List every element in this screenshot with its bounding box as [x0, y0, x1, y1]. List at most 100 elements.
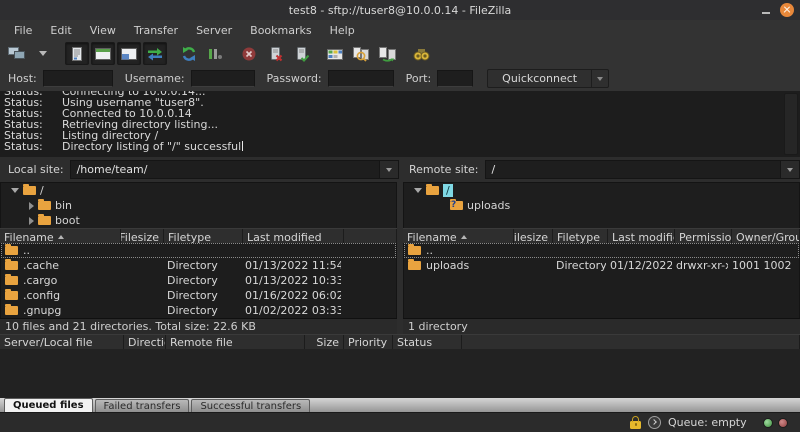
column-size[interactable]: Size: [305, 335, 344, 349]
tree-item-boot[interactable]: boot: [1, 213, 396, 228]
site-manager-icon: [8, 46, 26, 61]
toggle-message-log-button[interactable]: [65, 42, 89, 65]
lock-icon[interactable]: [630, 421, 641, 429]
menu-bookmarks[interactable]: Bookmarks: [242, 22, 319, 39]
column-last-modified[interactable]: Last modified: [608, 229, 675, 244]
site-manager-dropdown-button[interactable]: [31, 42, 55, 65]
column-filesize[interactable]: Filesize: [514, 229, 553, 244]
folder-icon: [5, 306, 18, 315]
disconnect-button[interactable]: [263, 42, 287, 65]
reconnect-button[interactable]: [289, 42, 313, 65]
tree-item-root-selected[interactable]: /: [404, 183, 799, 198]
toolbar: [0, 41, 800, 67]
speed-limit-icon[interactable]: [648, 416, 661, 429]
file-row-parent[interactable]: ..: [404, 243, 799, 258]
remote-site-dropdown-button[interactable]: [780, 161, 799, 178]
column-remote-file[interactable]: Remote file: [166, 335, 305, 349]
site-manager-button[interactable]: [5, 42, 29, 65]
password-input[interactable]: [328, 70, 394, 87]
message-log: Status:Connecting to 10.0.0.14... Status…: [0, 91, 800, 159]
remote-file-list: .. uploads Directory 01/12/2022 08.. drw…: [403, 243, 800, 318]
folder-icon: [408, 246, 421, 255]
file-row[interactable]: .config Directory 01/16/2022 06:02:...: [1, 288, 396, 303]
remote-tree-icon: [121, 47, 137, 61]
transfer-queue-icon: [146, 47, 164, 61]
process-queue-button[interactable]: [203, 42, 227, 65]
column-owner-group[interactable]: Owner/Group: [732, 229, 800, 244]
file-row[interactable]: .cache Directory 01/13/2022 11:54:...: [1, 258, 396, 273]
column-permissions[interactable]: Permissions: [675, 229, 732, 244]
activity-led-error-icon: [778, 418, 788, 428]
tree-item-label-selected: /: [443, 184, 453, 197]
log-scrollbar[interactable]: [784, 93, 798, 155]
close-button[interactable]: [780, 3, 794, 17]
tab-successful-transfers[interactable]: Successful transfers: [191, 399, 310, 412]
titlebar: test8 - sftp://tuser8@10.0.0.14 - FileZi…: [0, 0, 800, 21]
queue-status-text: Queue: empty: [668, 416, 747, 429]
activity-led-ok-icon: [763, 418, 773, 428]
log-message: Directory listing of "/" successful: [62, 141, 241, 152]
cancel-operation-button[interactable]: [237, 42, 261, 65]
file-row-parent[interactable]: ..: [1, 243, 396, 258]
menu-transfer[interactable]: Transfer: [126, 22, 186, 39]
local-site-dropdown-button[interactable]: [379, 161, 398, 178]
remote-status-text: 1 directory: [403, 318, 800, 334]
refresh-button[interactable]: [177, 42, 201, 65]
tab-failed-transfers[interactable]: Failed transfers: [95, 399, 190, 412]
file-modified-cell: 01/12/2022 08..: [606, 259, 672, 272]
folder-icon: [38, 201, 51, 210]
port-input[interactable]: [437, 70, 473, 87]
tree-item-root[interactable]: /: [1, 183, 396, 198]
expander-open-icon[interactable]: [11, 188, 19, 193]
reconnect-icon: [293, 46, 309, 62]
file-modified-cell: 01/13/2022 11:54:...: [241, 259, 341, 272]
file-row[interactable]: .cargo Directory 01/13/2022 10:33:...: [1, 273, 396, 288]
local-site-path: /home/team/: [71, 163, 379, 176]
remote-site-combo[interactable]: /: [485, 160, 800, 179]
tree-item-uploads[interactable]: ? uploads: [404, 198, 799, 213]
tab-queued-files[interactable]: Queued files: [4, 398, 93, 412]
column-filetype[interactable]: Filetype: [553, 229, 608, 244]
binoculars-icon: [413, 47, 430, 61]
find-files-button[interactable]: [409, 42, 433, 65]
host-input[interactable]: [43, 70, 113, 87]
expander-open-icon[interactable]: [414, 188, 422, 193]
tree-item-bin[interactable]: bin: [1, 198, 396, 213]
file-type-cell: Directory: [163, 274, 241, 287]
expander-closed-icon[interactable]: [29, 202, 34, 210]
folder-icon: [38, 216, 51, 225]
toggle-transfer-queue-button[interactable]: [143, 42, 167, 65]
quickconnect-dropdown-button[interactable]: [592, 69, 609, 88]
column-status[interactable]: Status: [393, 335, 462, 349]
port-label: Port:: [406, 72, 432, 85]
column-priority[interactable]: Priority: [344, 335, 393, 349]
quickconnect-button[interactable]: Quickconnect: [487, 69, 592, 88]
synchronized-browsing-button[interactable]: [375, 42, 399, 65]
column-filename[interactable]: Filename: [0, 229, 121, 244]
expander-closed-icon[interactable]: [29, 217, 34, 225]
column-filetype[interactable]: Filetype: [164, 229, 243, 244]
menu-help[interactable]: Help: [322, 22, 363, 39]
menu-edit[interactable]: Edit: [42, 22, 79, 39]
remote-directory-tree: / ? uploads: [403, 182, 800, 230]
menu-view[interactable]: View: [82, 22, 124, 39]
file-row[interactable]: uploads Directory 01/12/2022 08.. drwxr-…: [404, 258, 799, 273]
local-site-combo[interactable]: /home/team/: [70, 160, 399, 179]
column-server-local-file[interactable]: Server/Local file: [0, 335, 124, 349]
toggle-remote-tree-button[interactable]: [117, 42, 141, 65]
local-directory-tree: / bin boot: [0, 182, 397, 230]
file-row[interactable]: .gnupg Directory 01/02/2022 03:33...: [1, 303, 396, 318]
column-filename[interactable]: Filename: [403, 229, 514, 244]
username-input[interactable]: [191, 70, 255, 87]
column-last-modified[interactable]: Last modified: [243, 229, 344, 244]
toggle-local-tree-button[interactable]: [91, 42, 115, 65]
directory-listing-filters-button[interactable]: [323, 42, 347, 65]
host-label: Host:: [8, 72, 37, 85]
menu-server[interactable]: Server: [188, 22, 240, 39]
column-filesize[interactable]: Filesize: [121, 229, 164, 244]
minimize-button[interactable]: [762, 4, 770, 17]
directory-comparison-button[interactable]: [349, 42, 373, 65]
menu-file[interactable]: File: [6, 22, 40, 39]
column-direction[interactable]: Direction: [124, 335, 166, 349]
filters-icon: [327, 47, 343, 61]
